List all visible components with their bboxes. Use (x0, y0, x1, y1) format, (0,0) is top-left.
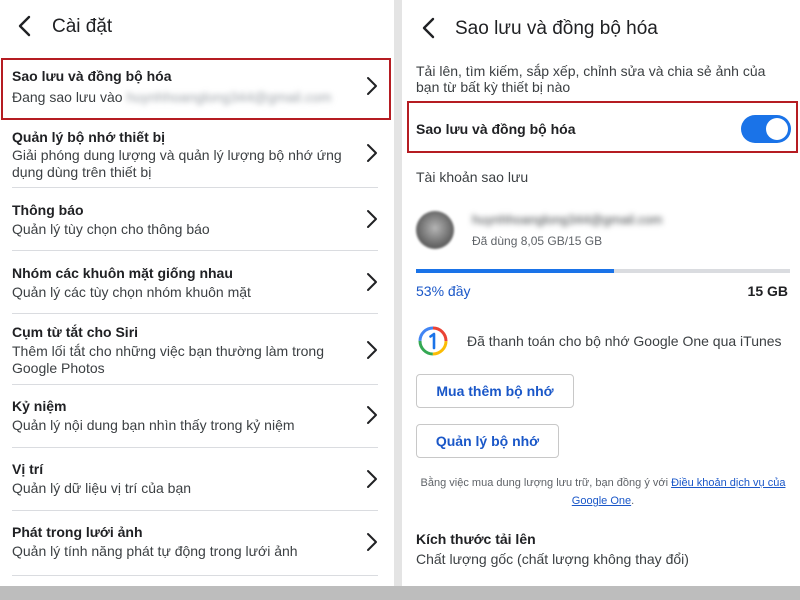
chevron-right-icon (367, 470, 377, 488)
terms-notice: Bằng việc mua dung lượng lưu trữ, bạn đồ… (416, 474, 790, 510)
backup-status-text: Đang sao lưu vào (12, 89, 123, 105)
settings-item-siri-shortcuts[interactable]: Cụm từ tắt cho Siri Thêm lối tắt cho nhữ… (0, 314, 394, 384)
item-subtitle: Đang sao lưu vào huynhhoanglong344@gmail… (12, 89, 347, 106)
item-subtitle: Quản lý nội dung bạn nhìn thấy trong kỷ … (12, 417, 295, 433)
settings-panel: Cài đặt Sao lưu và đồng bộ hóa Đang sao … (0, 0, 394, 586)
bottom-strip (0, 586, 800, 600)
chevron-right-icon (367, 406, 377, 424)
upload-size-title: Kích thước tải lên (416, 531, 536, 547)
page-title: Sao lưu và đồng bộ hóa (455, 18, 658, 39)
item-subtitle: Quản lý dữ liệu vị trí của bạn (12, 480, 192, 496)
settings-item-device-storage[interactable]: Quản lý bộ nhớ thiết bị Giải phóng dung … (0, 120, 394, 186)
chevron-right-icon (367, 144, 377, 162)
feature-description: Tải lên, tìm kiếm, sắp xếp, chỉnh sửa và… (416, 63, 766, 95)
item-title: Vị trí (12, 461, 44, 477)
settings-item-notifications[interactable]: Thông báo Quản lý tùy chọn cho thông báo (0, 188, 394, 250)
item-subtitle: Giải phóng dung lượng và quản lý lượng b… (12, 147, 342, 180)
backup-sync-panel: Sao lưu và đồng bộ hóa Tải lên, tìm kiếm… (402, 0, 800, 586)
backup-toggle-switch[interactable] (741, 115, 791, 143)
backup-toggle-label: Sao lưu và đồng bộ hóa (416, 121, 576, 137)
page-title: Cài đặt (52, 16, 113, 37)
item-subtitle: Quản lý các tùy chọn nhóm khuôn mặt (12, 284, 251, 300)
backup-header: Sao lưu và đồng bộ hóa (402, 0, 800, 54)
terms-notice-end: . (631, 495, 635, 507)
item-title: Phát trong lưới ảnh (12, 524, 143, 540)
back-arrow-icon[interactable] (414, 13, 444, 43)
settings-item-autoplay[interactable]: Phát trong lưới ảnh Quản lý tính năng ph… (0, 511, 394, 573)
upload-size-value[interactable]: Chất lượng gốc (chất lượng không thay đổ… (416, 551, 689, 567)
item-subtitle: Quản lý tính năng phát tự động trong lướ… (12, 543, 298, 559)
item-subtitle: Quản lý tùy chọn cho thông báo (12, 221, 210, 237)
chevron-right-icon (367, 341, 377, 359)
chevron-right-icon (367, 533, 377, 551)
storage-percent-label: 53% đầy (416, 283, 471, 299)
item-title: Quản lý bộ nhớ thiết bị (12, 129, 166, 145)
settings-item-memories[interactable]: Kỷ niệm Quản lý nội dung bạn nhìn thấy t… (0, 385, 394, 447)
item-title: Nhóm các khuôn mặt giống nhau (12, 265, 233, 281)
manage-storage-button[interactable]: Quản lý bộ nhớ (416, 424, 559, 458)
item-subtitle: Thêm lối tắt cho những việc bạn thường l… (12, 343, 324, 376)
item-title: Thông báo (12, 202, 84, 218)
settings-header: Cài đặt (0, 0, 394, 54)
account-email: huynhhoanglong344@gmail.com (472, 212, 663, 227)
avatar (416, 211, 454, 249)
toggle-knob (766, 118, 788, 140)
storage-progress-bar (416, 269, 790, 273)
terms-notice-text: Bằng việc mua dung lượng lưu trữ, bạn đồ… (420, 477, 669, 489)
google-one-billing-text: Đã thanh toán cho bộ nhớ Google One qua … (467, 333, 782, 349)
back-arrow-icon[interactable] (10, 11, 40, 41)
storage-usage-text: Đã dùng 8,05 GB/15 GB (472, 234, 603, 248)
buy-storage-button[interactable]: Mua thêm bộ nhớ (416, 374, 574, 408)
backup-account-heading: Tài khoản sao lưu (416, 169, 529, 185)
chevron-right-icon (367, 210, 377, 228)
chevron-right-icon (367, 273, 377, 291)
storage-progress-fill (416, 269, 615, 273)
chevron-right-icon (367, 77, 377, 95)
storage-total-label: 15 GB (747, 283, 788, 299)
item-title: Sao lưu và đồng bộ hóa (12, 68, 172, 84)
settings-item-face-grouping[interactable]: Nhóm các khuôn mặt giống nhau Quản lý cá… (0, 251, 394, 313)
item-title: Kỷ niệm (12, 398, 67, 414)
divider (12, 575, 378, 576)
google-one-icon (418, 326, 448, 356)
backup-account-email: huynhhoanglong344@gmail.com (126, 89, 332, 105)
settings-item-backup-sync[interactable]: Sao lưu và đồng bộ hóa Đang sao lưu vào … (0, 58, 394, 120)
settings-item-location[interactable]: Vị trí Quản lý dữ liệu vị trí của bạn (0, 448, 394, 510)
item-title: Cụm từ tắt cho Siri (12, 324, 139, 340)
